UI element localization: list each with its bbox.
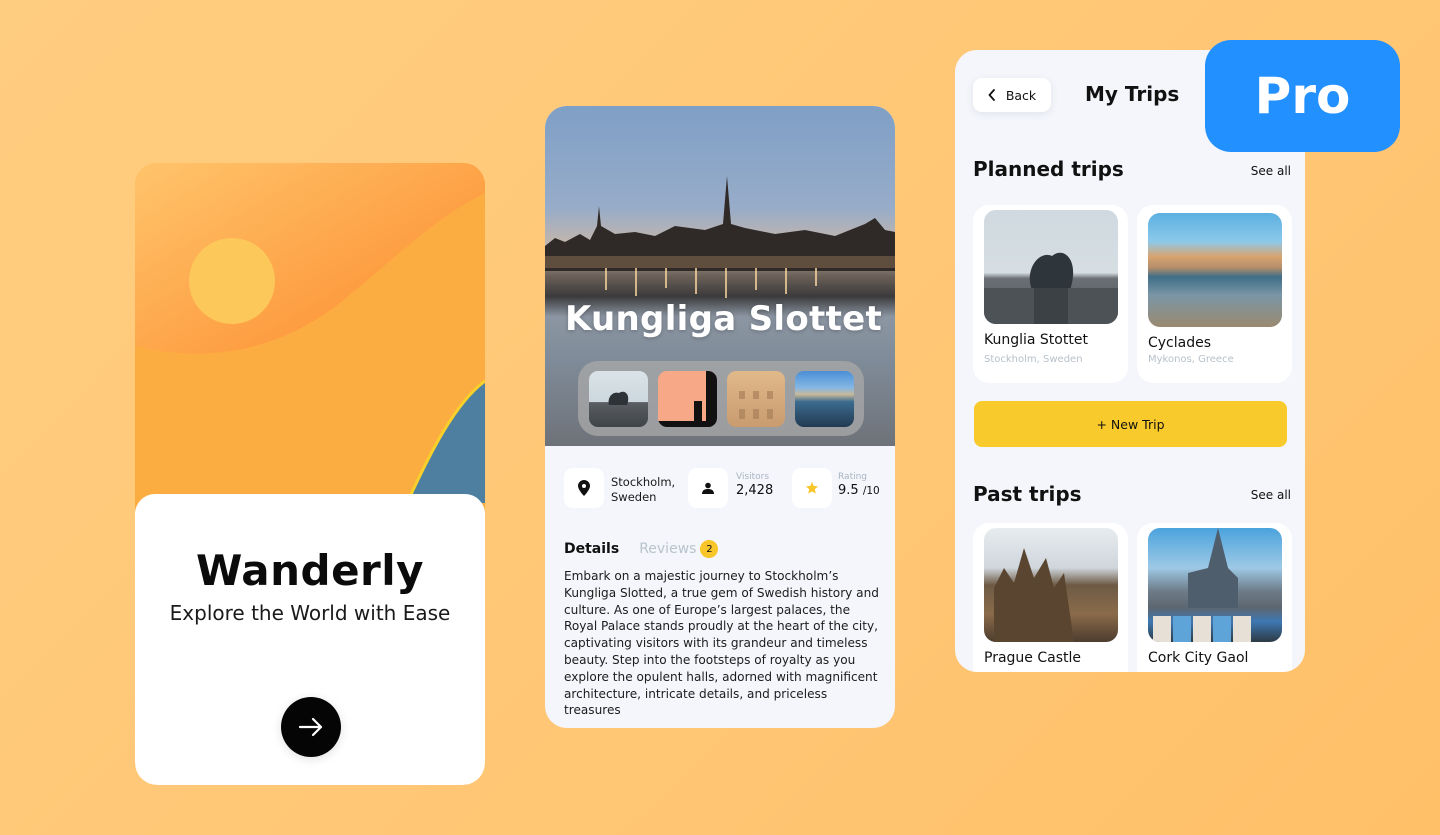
trip-name: Prague Castle: [984, 650, 1081, 666]
planned-see-all-link[interactable]: See all: [1251, 164, 1291, 178]
trip-name: Kunglia Stottet: [984, 332, 1088, 348]
rating-value-wrap: 9.5 /10: [838, 483, 880, 499]
location-country: Sweden: [611, 490, 657, 504]
visitors-value: 2,428: [736, 483, 774, 498]
trip-photo: [984, 210, 1118, 324]
location-stat-box: [564, 468, 604, 508]
page-title: My Trips: [1085, 82, 1180, 106]
trip-card[interactable]: Kunglia Stottet Stockholm, Sweden: [973, 205, 1128, 383]
photo-gallery: [578, 361, 864, 436]
tab-details[interactable]: Details: [564, 541, 619, 557]
trip-location: Mykonos, Greece: [1148, 354, 1234, 365]
location-stat: Stockholm, Sweden: [611, 475, 675, 505]
place-title: Kungliga Slottet: [565, 299, 883, 339]
past-see-all-link[interactable]: See all: [1251, 488, 1291, 502]
arrow-right-icon: [298, 717, 323, 737]
trip-name: Cyclades: [1148, 335, 1212, 351]
app-title: Wanderly: [195, 546, 425, 595]
rating-stat-box: [792, 468, 832, 508]
user-icon: [702, 482, 714, 494]
rating-label: Rating: [838, 472, 868, 482]
pro-badge: Pro: [1205, 40, 1400, 152]
trip-photo: [984, 528, 1118, 642]
gallery-thumb-sunset[interactable]: [657, 371, 717, 427]
trip-card[interactable]: Cork City Gaol: [1137, 523, 1292, 672]
trip-name: Cork City Gaol: [1148, 650, 1249, 666]
trip-card[interactable]: Cyclades Mykonos, Greece: [1137, 205, 1292, 383]
rating-value: 9.5: [838, 483, 859, 498]
star-icon: [805, 481, 819, 494]
onboarding-screen: Wanderly Explore the World with Ease: [135, 163, 485, 785]
reviews-count-badge: 2: [700, 540, 719, 558]
visitors-label: Visitors: [736, 472, 770, 482]
gallery-thumb-harbor[interactable]: [795, 371, 854, 427]
gallery-thumb-statue[interactable]: [589, 371, 648, 427]
rating-stat: Rating 9.5 /10: [838, 472, 880, 499]
hero-photo: Kungliga Slottet: [545, 106, 895, 446]
detail-tabs: Details Reviews 2: [564, 540, 719, 558]
sun-shape: [189, 238, 275, 324]
onboarding-panel: Wanderly Explore the World with Ease: [135, 494, 485, 785]
tab-reviews[interactable]: Reviews 2: [639, 540, 719, 558]
place-detail-screen: Kungliga Slottet Stockholm, Sweden Visit…: [545, 106, 895, 728]
next-button[interactable]: [281, 697, 341, 757]
place-stats: Stockholm, Sweden Visitors 2,428 Rating …: [564, 468, 884, 510]
planned-trips-heading: Planned trips: [973, 157, 1124, 181]
map-pin-icon: [578, 480, 590, 496]
visitors-stat: Visitors 2,428: [736, 472, 773, 499]
trip-photo: [1148, 213, 1282, 327]
tab-reviews-label: Reviews: [639, 541, 697, 557]
back-button[interactable]: Back: [973, 78, 1051, 112]
app-tagline: Explore the World with Ease: [169, 601, 451, 625]
place-description: Embark on a majestic journey to Stockhol…: [564, 569, 879, 718]
past-trips-heading: Past trips: [973, 482, 1082, 506]
location-city: Stockholm,: [611, 475, 676, 489]
back-label: Back: [1005, 87, 1037, 103]
rating-unit: /10: [862, 485, 880, 497]
trip-location: Stockholm, Sweden: [984, 354, 1083, 365]
sunset-illustration: [135, 163, 485, 503]
gallery-thumb-facade[interactable]: [726, 371, 786, 427]
trip-card[interactable]: Prague Castle: [973, 523, 1128, 672]
trip-photo: [1148, 528, 1282, 642]
new-trip-button[interactable]: + New Trip: [974, 401, 1287, 447]
visitors-stat-box: [688, 468, 728, 508]
chevron-left-icon: [988, 89, 995, 101]
